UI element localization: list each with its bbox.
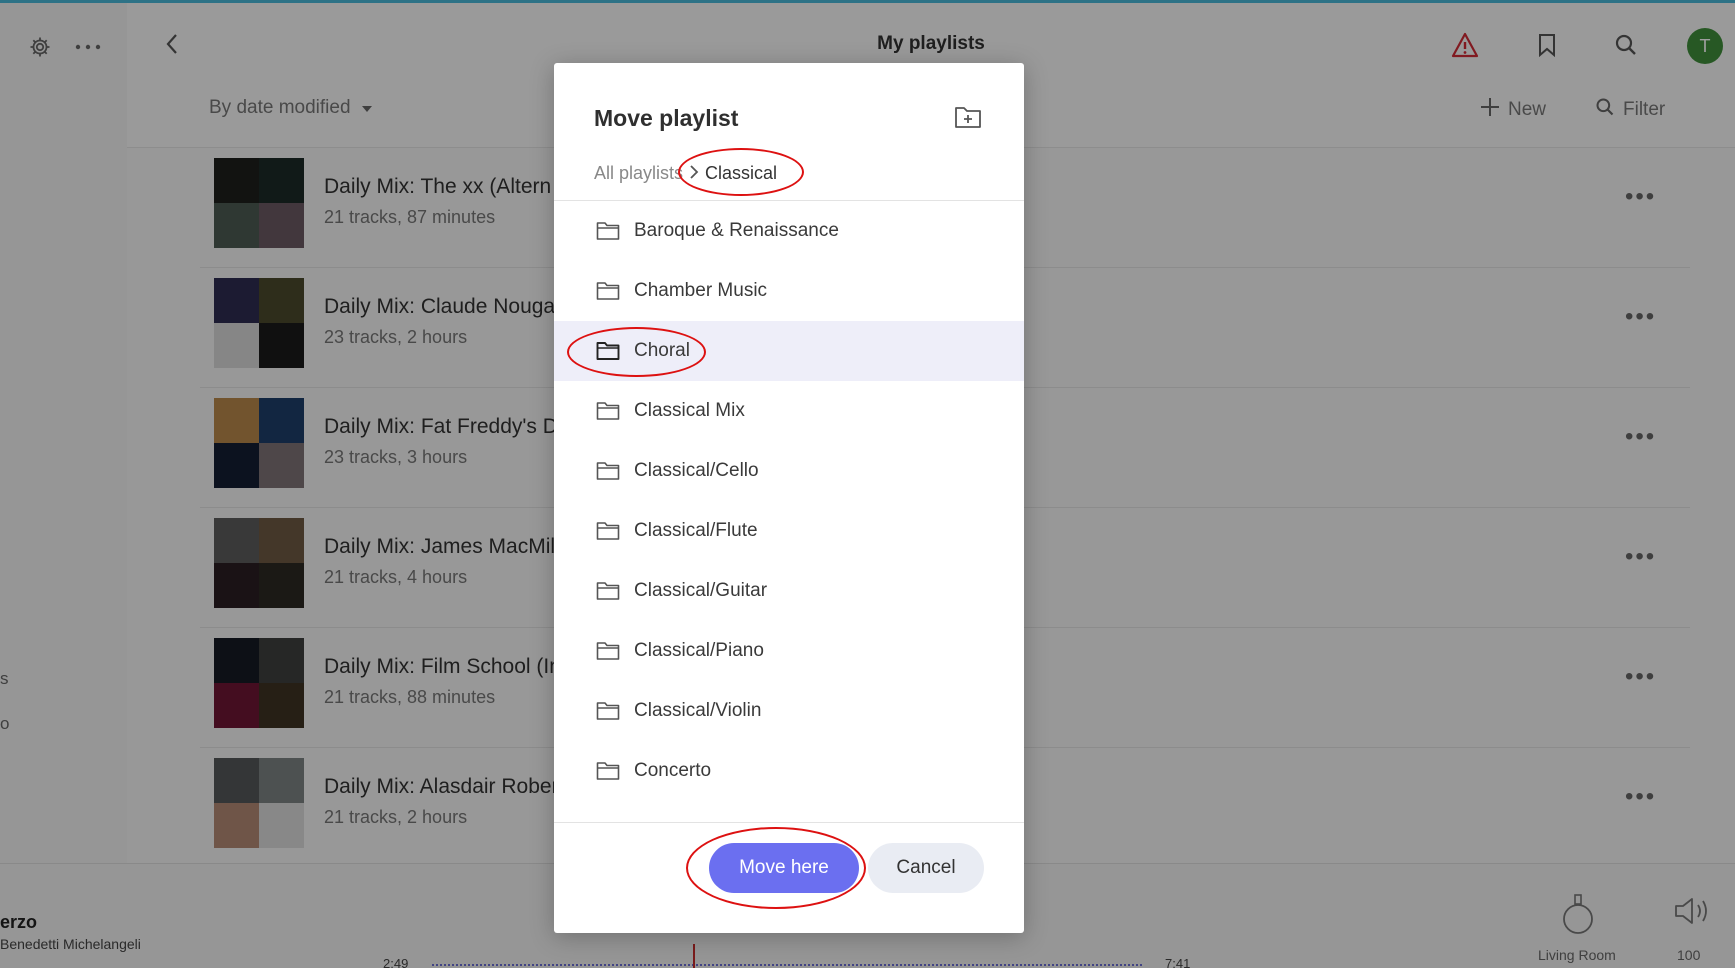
folder-item[interactable]: Chamber Music xyxy=(554,261,1024,321)
folder-label: Baroque & Renaissance xyxy=(634,220,839,241)
folder-item[interactable]: Classical/Cello xyxy=(554,441,1024,501)
folder-label: Classical/Violin xyxy=(634,700,762,721)
folder-label: Concerto xyxy=(634,760,712,781)
folder-item[interactable]: Classical/Violin xyxy=(554,681,1024,741)
folder-item[interactable]: Baroque & Renaissance xyxy=(554,201,1024,261)
folder-icon xyxy=(596,762,620,780)
divider xyxy=(554,822,1024,823)
folder-icon xyxy=(596,342,620,360)
folder-icon xyxy=(596,522,620,540)
folder-label: Classical/Cello xyxy=(634,460,759,481)
breadcrumb-current: Classical xyxy=(705,163,778,183)
folder-icon xyxy=(596,462,620,480)
folder-icon xyxy=(596,642,620,660)
folder-label: Classical Mix xyxy=(634,400,745,421)
folder-icon xyxy=(596,282,620,300)
folder-icon xyxy=(596,402,620,420)
folder-label: Classical/Flute xyxy=(634,520,758,541)
move-here-button[interactable]: Move here xyxy=(709,843,859,893)
folder-item[interactable]: Classical/Flute xyxy=(554,501,1024,561)
folder-item[interactable]: Concerto xyxy=(554,741,1024,801)
folder-item[interactable]: Classical/Guitar xyxy=(554,561,1024,621)
dialog-title: Move playlist xyxy=(594,105,739,131)
folder-icon xyxy=(596,222,620,240)
folder-list: Baroque & Renaissance Chamber Music Chor… xyxy=(554,201,1024,823)
folder-label: Classical/Piano xyxy=(634,640,764,661)
folder-item[interactable]: Classical/Piano xyxy=(554,621,1024,681)
folder-item-partial[interactable] xyxy=(554,801,1024,823)
new-folder-icon[interactable] xyxy=(954,104,982,132)
chevron-right-icon xyxy=(689,163,699,184)
folder-label: Choral xyxy=(634,340,690,361)
breadcrumb-root[interactable]: All playlists xyxy=(594,163,683,184)
folder-label: Classical/Guitar xyxy=(634,580,768,601)
breadcrumb: All playlists Classical xyxy=(594,163,777,184)
cancel-button[interactable]: Cancel xyxy=(868,843,984,893)
folder-item-selected[interactable]: Choral xyxy=(554,321,1024,381)
folder-icon xyxy=(596,702,620,720)
folder-item[interactable]: Classical Mix xyxy=(554,381,1024,441)
folder-icon xyxy=(596,582,620,600)
folder-label: Chamber Music xyxy=(634,280,768,301)
move-playlist-dialog: Move playlist All playlists Classical Ba… xyxy=(554,63,1024,933)
